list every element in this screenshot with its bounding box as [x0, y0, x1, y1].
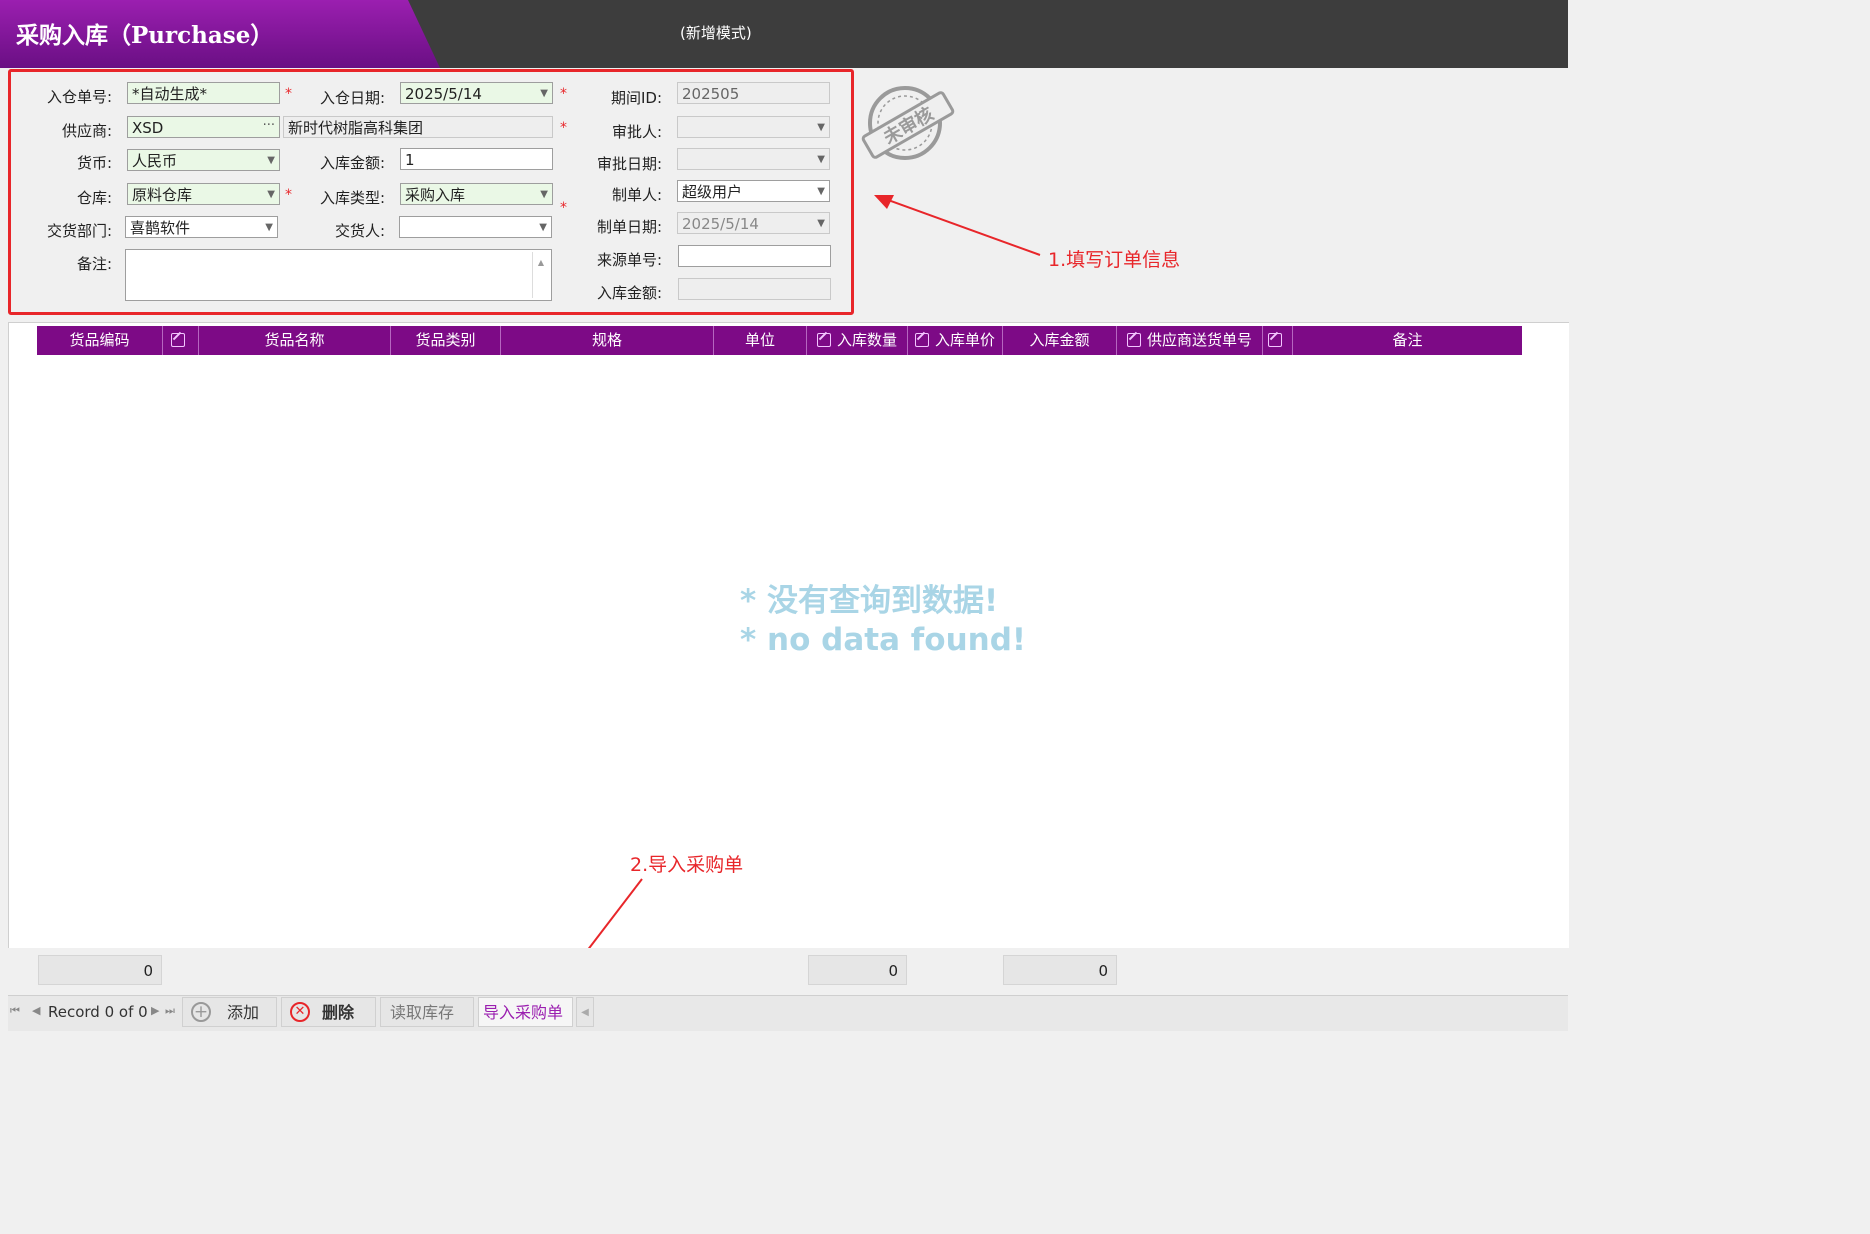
- grid-header: 货品编码 货品名称 货品类别 规格 单位 入库数量 入库单价 入库金额 供应商送…: [37, 326, 1522, 355]
- col-header[interactable]: 入库金额: [1003, 326, 1117, 355]
- summary-qty: 0: [808, 955, 907, 985]
- annotation-box: [8, 69, 854, 315]
- unapproved-stamp: 未审核: [861, 86, 955, 160]
- col-header[interactable]: 规格: [501, 326, 714, 355]
- empty-message-cn: * 没有查询到数据!: [740, 583, 999, 619]
- arrow-icon: [874, 195, 1041, 256]
- record-indicator: Record 0 of 0: [48, 1003, 148, 1021]
- summary-amount: 0: [1003, 955, 1117, 985]
- window-title: 采购入库（Purchase）: [16, 22, 274, 49]
- add-button[interactable]: + 添加: [182, 997, 277, 1027]
- col-header[interactable]: 货品类别: [391, 326, 501, 355]
- col-header[interactable]: [1263, 326, 1293, 355]
- col-header-label: 入库单价: [934, 331, 995, 349]
- add-button-label: 添加: [227, 1003, 260, 1022]
- edit-icon: [1267, 333, 1282, 347]
- col-header[interactable]: 入库单价: [908, 326, 1003, 355]
- chevron-left-icon[interactable]: ◀: [576, 997, 594, 1027]
- col-header-label: 供应商送货单号: [1146, 331, 1252, 349]
- mode-indicator: (新增模式): [680, 24, 752, 42]
- first-record-icon[interactable]: ⏮: [10, 1004, 20, 1018]
- delete-button[interactable]: ✕ 删除: [281, 997, 376, 1027]
- import-po-button[interactable]: 导入采购单: [478, 997, 573, 1027]
- read-stock-button[interactable]: 读取库存: [380, 997, 474, 1027]
- empty-message: * 没有查询到数据! * no data found!: [740, 582, 1026, 660]
- prev-record-icon[interactable]: ◀: [32, 1004, 40, 1017]
- col-header[interactable]: 备注: [1293, 326, 1522, 355]
- close-icon: ✕: [290, 1002, 310, 1022]
- title-bar: 采购入库（Purchase） (新增模式): [0, 0, 1568, 68]
- summary-cell: 0: [38, 955, 162, 985]
- annotation-step1: 1.填写订单信息: [1048, 249, 1181, 271]
- plus-icon: +: [191, 1002, 211, 1022]
- col-header[interactable]: 供应商送货单号: [1117, 326, 1263, 355]
- col-header[interactable]: 货品名称: [199, 326, 391, 355]
- annotation-step2: 2.导入采购单: [630, 854, 744, 876]
- empty-message-en: * no data found!: [740, 622, 1027, 658]
- col-header[interactable]: 入库数量: [807, 326, 908, 355]
- col-header[interactable]: 单位: [714, 326, 807, 355]
- edit-icon: [914, 333, 929, 347]
- edit-icon: [170, 333, 185, 347]
- next-record-icon[interactable]: ▶: [151, 1004, 159, 1017]
- col-header-label: 入库数量: [836, 331, 897, 349]
- edit-icon: [1126, 333, 1141, 347]
- last-record-icon[interactable]: ⏭: [165, 1004, 175, 1018]
- summary-row: [8, 948, 1568, 993]
- col-header[interactable]: 货品编码: [37, 326, 163, 355]
- delete-button-label: 删除: [322, 1003, 355, 1022]
- col-header[interactable]: [163, 326, 199, 355]
- edit-icon: [816, 333, 831, 347]
